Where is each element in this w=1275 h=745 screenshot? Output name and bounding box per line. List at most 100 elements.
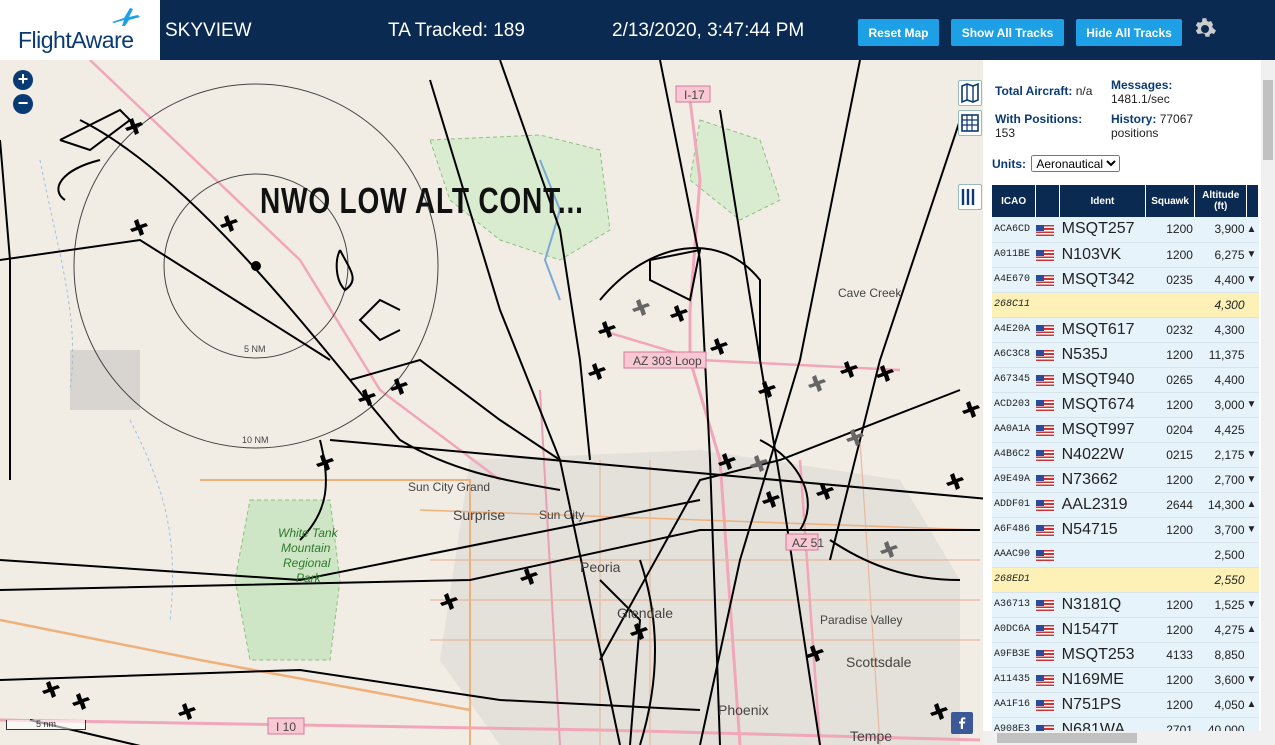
facebook-glyph-icon xyxy=(959,717,966,729)
reset-map-button[interactable]: Reset Map xyxy=(858,19,939,46)
facebook-icon[interactable] xyxy=(951,712,973,734)
squawk-cell: 0215 xyxy=(1145,442,1195,468)
icao-cell: A9FB3E xyxy=(992,642,1036,668)
columns-toggle-button[interactable] xyxy=(958,184,982,210)
flag-cell xyxy=(1035,392,1060,418)
logo[interactable]: FlightAware xyxy=(0,0,160,60)
ident-cell: AAL2319 xyxy=(1059,492,1146,518)
altitude-cell: 4,300 xyxy=(1194,317,1247,343)
table-row[interactable]: A4E670 MSQT342 0235 4,400 ▼ xyxy=(992,267,1259,293)
table-row[interactable]: A0DC6A N1547T 1200 4,275 ▲ xyxy=(992,617,1259,643)
label-tempe: Tempe xyxy=(850,728,893,744)
squawk-cell: 1200 xyxy=(1145,467,1195,493)
col-ident[interactable]: Ident xyxy=(1059,185,1146,217)
trend-cell: ▼ xyxy=(1246,267,1259,293)
table-row[interactable]: A67345 MSQT940 0265 4,400 xyxy=(992,367,1259,393)
table-row[interactable]: ADDF01 AAL2319 2644 14,300 ▲ xyxy=(992,492,1259,518)
gear-icon[interactable] xyxy=(1193,17,1217,41)
icao-cell: A6C3C8 xyxy=(992,342,1036,368)
map-icon xyxy=(961,82,979,104)
col-altitude[interactable]: Altitude (ft) xyxy=(1194,185,1248,217)
table-row[interactable]: A011BE N103VK 1200 6,275 ▼ xyxy=(992,242,1259,268)
squawk-cell: 0232 xyxy=(1145,317,1195,343)
table-row[interactable]: 268ED1 2,550 xyxy=(992,567,1259,593)
units-selector: Units: Aeronautical xyxy=(992,155,1121,172)
aircraft-panel: Total Aircraft: n/a Messages: 1481.1/sec… xyxy=(983,60,1275,745)
map-layers-button[interactable] xyxy=(958,80,982,106)
zoom-out-button[interactable]: − xyxy=(13,94,33,114)
scrollbar-thumb[interactable] xyxy=(1263,80,1273,160)
table-row[interactable]: A6C3C8 N535J 1200 11,375 xyxy=(992,342,1259,368)
ident-cell: MSQT257 xyxy=(1059,217,1146,243)
us-flag-icon xyxy=(1035,524,1054,536)
zoom-in-button[interactable]: + xyxy=(13,70,33,90)
flag-cell xyxy=(1035,217,1060,243)
aircraft-table: ICAO Ident Squawk Altitude (ft) ACA6CD MS… xyxy=(992,185,1259,743)
col-trend xyxy=(1246,185,1259,217)
flag-cell xyxy=(1035,692,1060,718)
trend-cell: ▼ xyxy=(1246,667,1259,693)
trend-cell: ▼ xyxy=(1246,517,1259,543)
hscrollbar-thumb[interactable] xyxy=(997,733,1137,743)
table-row[interactable]: A6F486 N54715 1200 3,700 ▼ xyxy=(992,517,1259,543)
label-white-tank: White Tank xyxy=(278,526,338,540)
table-row[interactable]: A4E20A MSQT617 0232 4,300 xyxy=(992,317,1259,343)
table-row[interactable]: AA0A1A MSQT997 0204 4,425 xyxy=(992,417,1259,443)
us-flag-icon xyxy=(1035,374,1054,386)
messages-label: Messages: xyxy=(1111,78,1173,92)
us-flag-icon xyxy=(1035,274,1054,286)
icao-cell: 268C11 xyxy=(992,292,1036,318)
trend-cell: ▲ xyxy=(1246,692,1259,718)
us-flag-icon xyxy=(1035,424,1054,436)
i17-shield: I-17 xyxy=(684,88,705,102)
flag-cell xyxy=(1035,642,1060,668)
total-aircraft-stat: Total Aircraft: n/a xyxy=(995,84,1092,98)
squawk-cell: 1200 xyxy=(1145,217,1195,243)
label-glendale: Glendale xyxy=(617,605,674,621)
altitude-cell: 3,900 xyxy=(1194,217,1247,243)
show-all-tracks-button[interactable]: Show All Tracks xyxy=(951,19,1064,46)
units-select[interactable]: Aeronautical xyxy=(1031,155,1121,172)
hide-all-tracks-button[interactable]: Hide All Tracks xyxy=(1076,19,1182,46)
table-row[interactable]: 268C11 4,300 xyxy=(992,292,1259,318)
icao-cell: AA1F16 xyxy=(992,692,1036,718)
altitude-cell: 6,275 xyxy=(1194,242,1247,268)
table-row[interactable]: A9E49A N73662 1200 2,700 ▼ xyxy=(992,467,1259,493)
col-icao[interactable]: ICAO xyxy=(992,185,1037,217)
table-row[interactable]: AA1F16 N751PS 1200 4,050 ▲ xyxy=(992,692,1259,718)
squawk-cell: 1200 xyxy=(1145,392,1195,418)
map-canvas[interactable] xyxy=(0,60,983,745)
icao-cell: A011BE xyxy=(992,242,1036,268)
flag-cell xyxy=(1035,667,1060,693)
table-row[interactable]: A4B6C2 N4022W 0215 2,175 ▼ xyxy=(992,442,1259,468)
squawk-cell: 1200 xyxy=(1145,517,1195,543)
with-positions-label: With Positions: xyxy=(995,112,1083,126)
map-view[interactable]: I-17 AZ 303 Loop AZ 51 I 10 Cave Creek S… xyxy=(0,60,983,745)
flag-cell xyxy=(1035,617,1060,643)
col-squawk[interactable]: Squawk xyxy=(1145,185,1196,217)
panel-horizontal-scrollbar[interactable] xyxy=(983,731,1261,745)
grid-toggle-button[interactable] xyxy=(958,110,982,136)
col-flag[interactable] xyxy=(1035,185,1061,217)
icao-cell: A36713 xyxy=(992,592,1036,618)
az51-shield: AZ 51 xyxy=(792,536,825,550)
messages-stat: Messages: 1481.1/sec xyxy=(1111,78,1211,106)
range-ring-5nm: 5 NM xyxy=(244,344,266,354)
table-row[interactable]: AAAC90 2,500 xyxy=(992,542,1259,568)
flag-cell xyxy=(1035,267,1060,293)
icao-cell: ADDF01 xyxy=(992,492,1036,518)
squawk-cell xyxy=(1145,292,1195,318)
table-row[interactable]: A11435 N169ME 1200 3,600 ▼ xyxy=(992,667,1259,693)
label-paradise-valley: Paradise Valley xyxy=(820,613,903,627)
squawk-cell: 0265 xyxy=(1145,367,1195,393)
table-row[interactable]: ACA6CD MSQT257 1200 3,900 ▲ xyxy=(992,217,1259,243)
icao-cell: A9E49A xyxy=(992,467,1036,493)
table-row[interactable]: A9FB3E MSQT253 4133 8,850 xyxy=(992,642,1259,668)
icao-cell: A67345 xyxy=(992,367,1036,393)
units-label: Units: xyxy=(992,157,1026,171)
table-row[interactable]: ACD203 MSQT674 1200 3,000 ▼ xyxy=(992,392,1259,418)
us-flag-icon xyxy=(1035,649,1054,661)
table-row[interactable]: A36713 N3181Q 1200 1,525 ▼ xyxy=(992,592,1259,618)
flag-cell xyxy=(1035,292,1060,318)
panel-vertical-scrollbar[interactable] xyxy=(1261,60,1275,745)
